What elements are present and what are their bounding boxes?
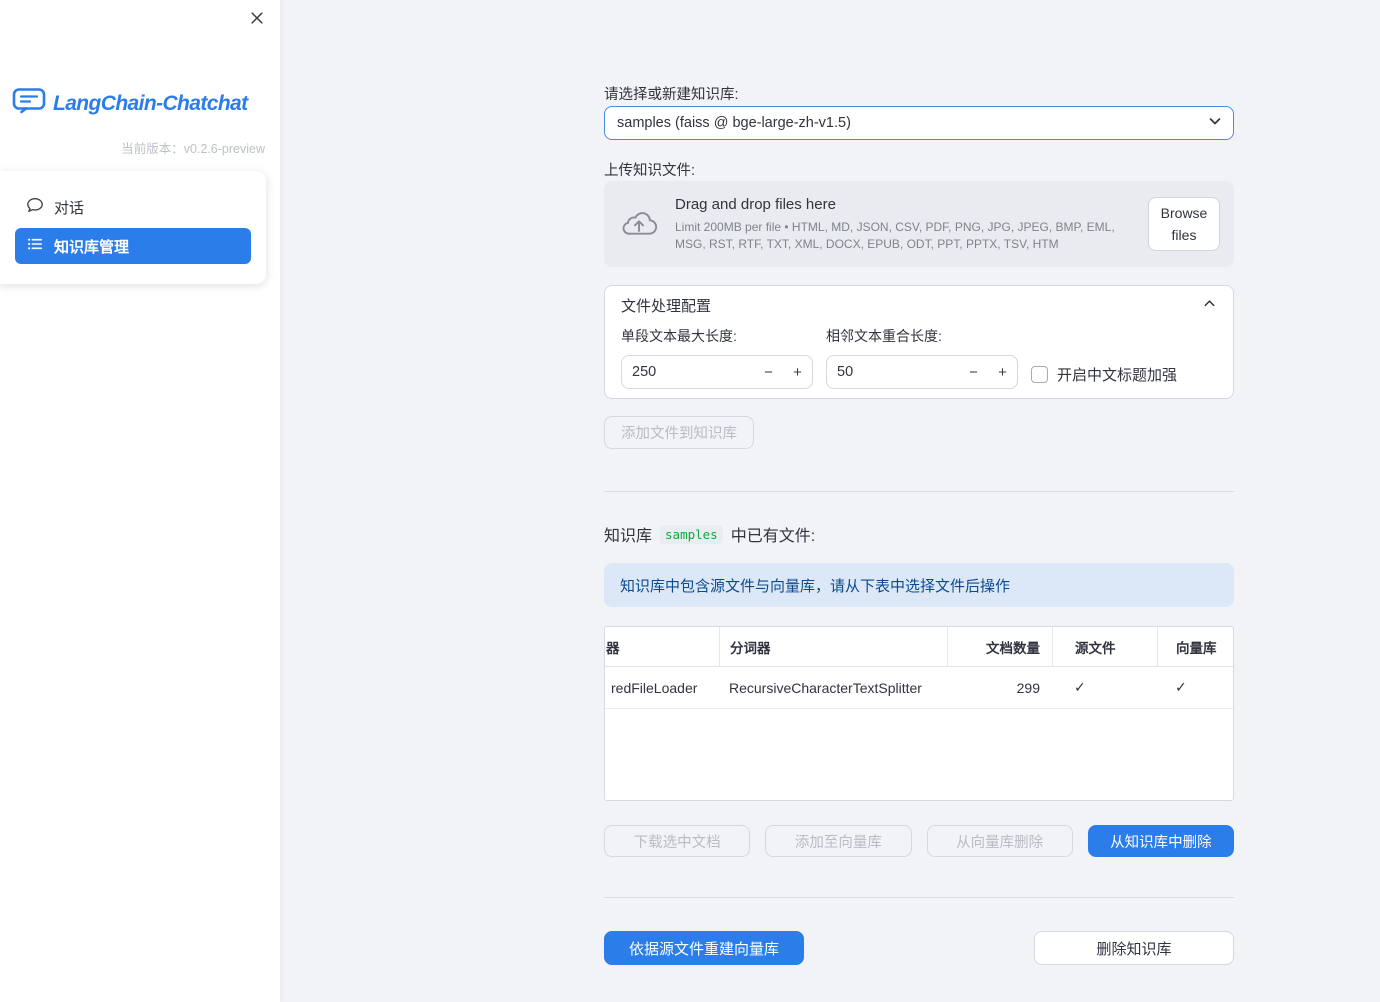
col-source-file: 源文件	[1052, 627, 1157, 666]
overlap-increment-button[interactable]: +	[988, 364, 1017, 381]
cell-vector-check: ✓	[1175, 679, 1187, 695]
col-splitter: 分词器	[719, 627, 947, 666]
sidebar-item-label: 知识库管理	[54, 238, 130, 256]
chevron-down-icon	[1207, 113, 1223, 133]
info-banner: 知识库中包含源文件与向量库，请从下表中选择文件后操作	[604, 563, 1234, 607]
add-files-button[interactable]: 添加文件到知识库	[604, 416, 754, 449]
col-vector-store: 向量库	[1157, 627, 1233, 666]
chat-bubble-icon	[26, 196, 44, 218]
overlap-label: 相邻文本重合长度:	[826, 328, 942, 344]
kb-management-buttons: 依据源文件重建向量库 删除知识库	[604, 931, 1234, 965]
chunk-size-field: 单段文本最大长度: 250 − +	[621, 324, 813, 389]
divider	[604, 491, 1234, 492]
kb-name-code: samples	[660, 524, 723, 544]
app-logo: LangChain-Chatchat	[12, 86, 268, 121]
sidebar-item-dialogue[interactable]: 对话	[15, 189, 251, 225]
overlap-value: 50	[837, 364, 854, 380]
delete-from-kb-button[interactable]: 从知识库中删除	[1087, 825, 1234, 857]
kb-select-label: 请选择或新建知识库:	[604, 87, 739, 103]
delete-from-vector-store-button[interactable]: 从向量库删除	[926, 825, 1073, 857]
cloud-upload-icon	[620, 207, 658, 242]
sidebar-item-knowledge-base[interactable]: 知识库管理	[15, 228, 251, 264]
add-to-vector-store-button[interactable]: 添加至向量库	[765, 825, 912, 857]
existing-files-heading: 知识库 samples 中已有文件:	[604, 522, 1234, 546]
cell-doc-count: 299	[1016, 679, 1040, 696]
chevron-up-icon	[1202, 296, 1217, 315]
browse-files-button[interactable]: Browse files	[1148, 196, 1220, 252]
table-header-row: 器 分词器 文档数量 源文件 向量库	[605, 627, 1233, 667]
upload-limit-label: Limit 200MB per file • HTML, MD, JSON, C…	[675, 220, 1115, 251]
files-table: 器 分词器 文档数量 源文件 向量库 redFileLoader Recursi…	[604, 626, 1234, 801]
cell-loader: redFileLoader	[611, 679, 698, 696]
delete-kb-button[interactable]: 删除知识库	[1034, 931, 1234, 965]
zh-title-enhance-field: 开启中文标题加强	[1031, 360, 1217, 389]
app-title: LangChain-Chatchat	[53, 91, 248, 115]
existing-files-suffix: 中已有文件:	[730, 528, 816, 545]
table-row[interactable]: redFileLoader RecursiveCharacterTextSpli…	[605, 667, 1233, 709]
chunk-size-input[interactable]: 250 − +	[621, 355, 813, 389]
col-doc-count: 文档数量	[947, 627, 1052, 666]
chunk-size-increment-button[interactable]: +	[783, 364, 812, 381]
file-action-buttons: 下载选中文档 添加至向量库 从向量库删除 从知识库中删除	[604, 825, 1234, 857]
file-dropzone[interactable]: Drag and drop files here Limit 200MB per…	[604, 181, 1234, 267]
expander-body: 单段文本最大长度: 250 − + 相邻文本重合长度: 50 − + 开启中文标…	[605, 324, 1233, 389]
file-config-expander: 文件处理配置 单段文本最大长度: 250 − + 相邻文本重合长度: 50 − …	[604, 285, 1234, 399]
chunk-size-value: 250	[632, 364, 657, 380]
version-label: 当前版本：v0.2.6-preview	[121, 142, 265, 156]
info-text: 知识库中包含源文件与向量库，请从下表中选择文件后操作	[620, 577, 1011, 595]
col-loader: 器	[606, 640, 620, 656]
divider	[604, 897, 1234, 898]
sidebar: LangChain-Chatchat 当前版本：v0.2.6-preview 对…	[0, 0, 280, 1002]
upload-label: 上传知识文件:	[604, 163, 696, 179]
expander-title: 文件处理配置	[621, 297, 712, 315]
kb-select-value: samples (faiss @ bge-large-zh-v1.5)	[617, 115, 851, 131]
sidebar-menu: 对话 知识库管理	[0, 171, 266, 284]
cell-source-check: ✓	[1074, 679, 1086, 695]
overlap-decrement-button[interactable]: −	[959, 364, 988, 381]
cell-splitter: RecursiveCharacterTextSplitter	[729, 679, 922, 696]
overlap-input[interactable]: 50 − +	[826, 355, 1018, 389]
chunk-size-decrement-button[interactable]: −	[754, 364, 783, 381]
chunk-size-label: 单段文本最大长度:	[621, 328, 737, 344]
existing-files-prefix: 知识库	[604, 528, 653, 545]
close-icon	[250, 11, 264, 28]
list-icon	[26, 235, 44, 257]
kb-select[interactable]: samples (faiss @ bge-large-zh-v1.5)	[604, 106, 1234, 140]
sidebar-item-label: 对话	[54, 199, 85, 217]
sidebar-close-button[interactable]	[246, 8, 268, 30]
dropzone-text: Drag and drop files here Limit 200MB per…	[658, 196, 1148, 251]
zh-title-enhance-checkbox[interactable]	[1031, 366, 1048, 383]
main-content: 请选择或新建知识库: samples (faiss @ bge-large-zh…	[604, 0, 1234, 1002]
expander-header[interactable]: 文件处理配置	[605, 286, 1233, 324]
overlap-field: 相邻文本重合长度: 50 − +	[826, 324, 1018, 389]
download-selected-button[interactable]: 下载选中文档	[604, 825, 751, 857]
logo-chat-icon	[12, 86, 46, 121]
drag-drop-label: Drag and drop files here	[675, 196, 836, 214]
zh-title-enhance-label[interactable]: 开启中文标题加强	[1057, 364, 1177, 385]
rebuild-vector-store-button[interactable]: 依据源文件重建向量库	[604, 931, 804, 965]
